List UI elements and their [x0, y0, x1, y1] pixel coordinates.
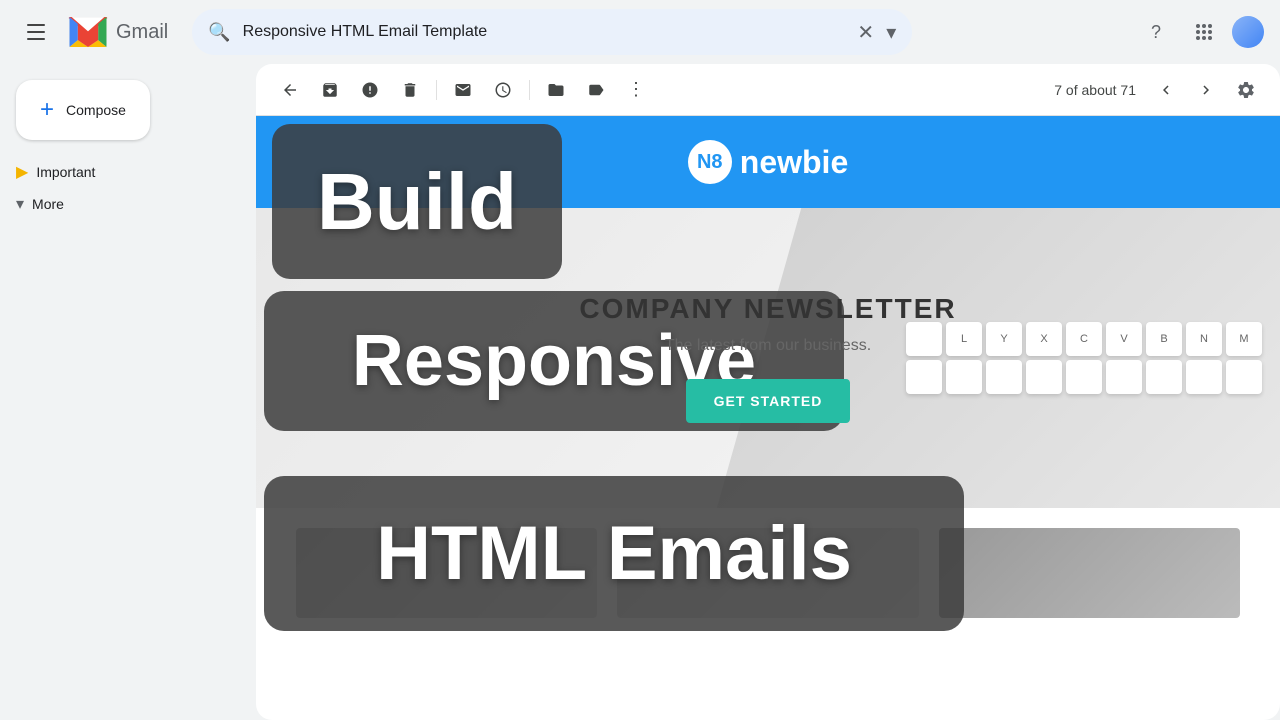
- menu-icon-line1: [27, 24, 45, 26]
- delete-button[interactable]: [392, 72, 428, 108]
- mark-unread-icon: [454, 81, 472, 99]
- search-dropdown-icon[interactable]: ▾: [886, 20, 896, 45]
- get-started-button[interactable]: GET STARTED: [686, 379, 851, 423]
- menu-icon-line3: [27, 38, 45, 40]
- menu-icon-line2: [27, 31, 45, 33]
- menu-button[interactable]: [16, 12, 56, 52]
- newsletter-title: COMPANY NEWSLETTER: [579, 293, 956, 325]
- key-m: M: [1226, 322, 1262, 356]
- key-r8: [1186, 360, 1222, 394]
- thumbnail-1: [296, 528, 597, 618]
- thumbnail-3: [939, 528, 1240, 618]
- key-y: Y: [986, 322, 1022, 356]
- avatar[interactable]: [1232, 16, 1264, 48]
- compose-label: Compose: [66, 102, 126, 118]
- gmail-logo-icon: [68, 17, 108, 47]
- newsletter-content: COMPANY NEWSLETTER The latest from our b…: [579, 293, 956, 423]
- newsletter-subtitle: The latest from our business.: [579, 337, 956, 355]
- topbar: Gmail 🔍 Responsive HTML Email Template ✕…: [0, 0, 1280, 64]
- key-r9: [1226, 360, 1262, 394]
- next-icon: [1197, 81, 1215, 99]
- email-template: N8 newbie L Y X C V: [256, 116, 1280, 638]
- key-x: X: [1026, 322, 1062, 356]
- key-v: V: [1106, 322, 1142, 356]
- newbie-logo: N8 newbie: [280, 140, 1256, 184]
- newbie-logo-n: N8: [697, 151, 723, 174]
- thumbnail-2: [617, 528, 918, 618]
- key-r5: [1066, 360, 1102, 394]
- compose-plus-icon: +: [40, 96, 54, 124]
- prev-email-button[interactable]: [1148, 72, 1184, 108]
- apps-icon: [1195, 23, 1213, 41]
- key-b: B: [1146, 322, 1182, 356]
- key-r6: [1106, 360, 1142, 394]
- sidebar-item-important[interactable]: ▶ Important: [0, 156, 256, 188]
- move-to-button[interactable]: [538, 72, 574, 108]
- key-n: N: [1186, 322, 1222, 356]
- important-arrow-icon: ▶: [16, 162, 28, 182]
- search-icon: 🔍: [208, 22, 230, 43]
- archive-icon: [321, 81, 339, 99]
- sidebar-item-more[interactable]: ▾ More: [0, 188, 256, 220]
- more-chevron-icon: ▾: [16, 194, 24, 214]
- search-clear-icon[interactable]: ✕: [857, 20, 874, 45]
- more-options-icon: ⋮: [627, 79, 645, 100]
- apps-button[interactable]: [1184, 12, 1224, 52]
- archive-button[interactable]: [312, 72, 348, 108]
- back-icon: [281, 81, 299, 99]
- spam-button[interactable]: [352, 72, 388, 108]
- sidebar: + Compose ▶ Important ▾ More: [0, 64, 256, 720]
- search-bar: 🔍 Responsive HTML Email Template ✕ ▾: [192, 9, 912, 55]
- sidebar-item-more-label: More: [32, 196, 64, 212]
- main-layout: + Compose ▶ Important ▾ More: [0, 64, 1280, 720]
- key-c: C: [1066, 322, 1102, 356]
- back-button[interactable]: [272, 72, 308, 108]
- help-button[interactable]: ?: [1136, 12, 1176, 52]
- move-to-icon: [547, 81, 565, 99]
- settings-icon: [1236, 80, 1256, 100]
- toolbar-divider-1: [436, 80, 437, 100]
- pagination-text: 7 of about 71: [1054, 82, 1136, 98]
- delete-icon: [401, 81, 419, 99]
- spam-icon: [361, 81, 379, 99]
- gmail-logo: Gmail: [68, 17, 168, 47]
- toolbar-divider-2: [529, 80, 530, 100]
- label-icon: [587, 81, 605, 99]
- snooze-button[interactable]: [485, 72, 521, 108]
- compose-button[interactable]: + Compose: [16, 80, 150, 140]
- sidebar-item-important-label: Important: [36, 164, 95, 180]
- gmail-text: Gmail: [116, 21, 168, 44]
- key-r7: [1146, 360, 1182, 394]
- newbie-logo-text: newbie: [740, 144, 848, 181]
- label-button[interactable]: [578, 72, 614, 108]
- email-body: N8 newbie L Y X C V: [256, 116, 1280, 720]
- bottom-thumbnails: [256, 508, 1280, 638]
- snooze-icon: [494, 81, 512, 99]
- next-email-button[interactable]: [1188, 72, 1224, 108]
- key-r3: [986, 360, 1022, 394]
- prev-icon: [1157, 81, 1175, 99]
- newsletter-hero: L Y X C V B N M: [256, 208, 1280, 508]
- email-area: ⋮ 7 of about 71 N8: [256, 64, 1280, 720]
- newbie-logo-icon: N8: [688, 140, 732, 184]
- settings-button[interactable]: [1228, 72, 1264, 108]
- topbar-right: ?: [1136, 12, 1264, 52]
- mark-unread-button[interactable]: [445, 72, 481, 108]
- newbie-header: N8 newbie: [256, 116, 1280, 208]
- search-input[interactable]: Responsive HTML Email Template: [243, 23, 846, 41]
- more-options-button[interactable]: ⋮: [618, 72, 654, 108]
- key-r4: [1026, 360, 1062, 394]
- email-toolbar: ⋮ 7 of about 71: [256, 64, 1280, 116]
